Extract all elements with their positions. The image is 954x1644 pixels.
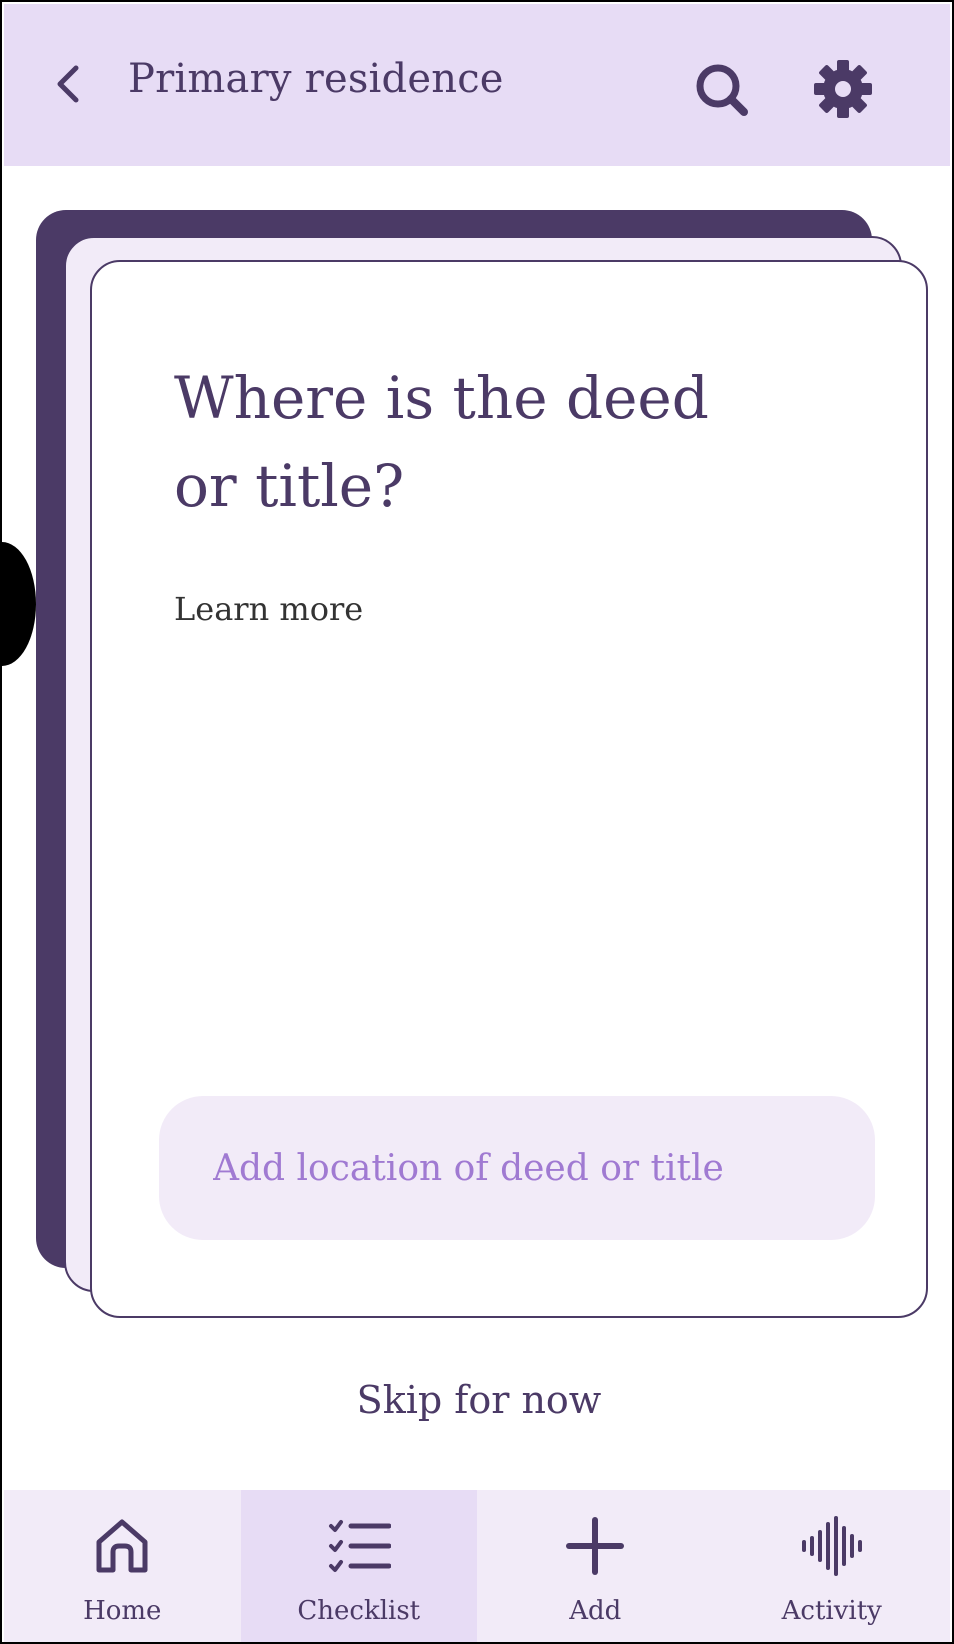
plus-icon — [566, 1517, 625, 1575]
nav-label-checklist: Checklist — [297, 1596, 421, 1626]
settings-button[interactable] — [812, 58, 874, 120]
edge-handle — [2, 542, 36, 666]
waveform-icon — [801, 1516, 862, 1576]
top-bar: Primary residence — [4, 4, 950, 166]
checklist-icon — [328, 1520, 391, 1572]
learn-more-link[interactable]: Learn more — [174, 590, 363, 628]
app-screen: Primary residence Where is the deed or t… — [0, 0, 954, 1644]
gear-icon — [814, 60, 872, 118]
skip-for-now-button[interactable]: Skip for now — [2, 1378, 952, 1422]
nav-label-home: Home — [83, 1596, 162, 1626]
back-button[interactable] — [48, 60, 92, 108]
nav-item-checklist[interactable]: Checklist — [240, 1490, 477, 1642]
question-heading: Where is the deed or title? — [174, 364, 709, 520]
page-title: Primary residence — [128, 56, 504, 102]
nav-item-activity[interactable]: Activity — [714, 1490, 951, 1642]
chevron-left-icon — [57, 65, 79, 103]
nav-item-home[interactable]: Home — [4, 1490, 241, 1642]
nav-label-activity: Activity — [781, 1596, 882, 1626]
nav-label-add: Add — [569, 1596, 622, 1626]
bottom-navigation: Home Checklist Add Activity — [4, 1490, 950, 1642]
nav-item-add[interactable]: Add — [477, 1490, 714, 1642]
home-icon — [96, 1519, 148, 1573]
deed-location-input[interactable] — [159, 1096, 875, 1240]
search-button[interactable] — [692, 60, 752, 120]
search-icon — [696, 64, 748, 116]
